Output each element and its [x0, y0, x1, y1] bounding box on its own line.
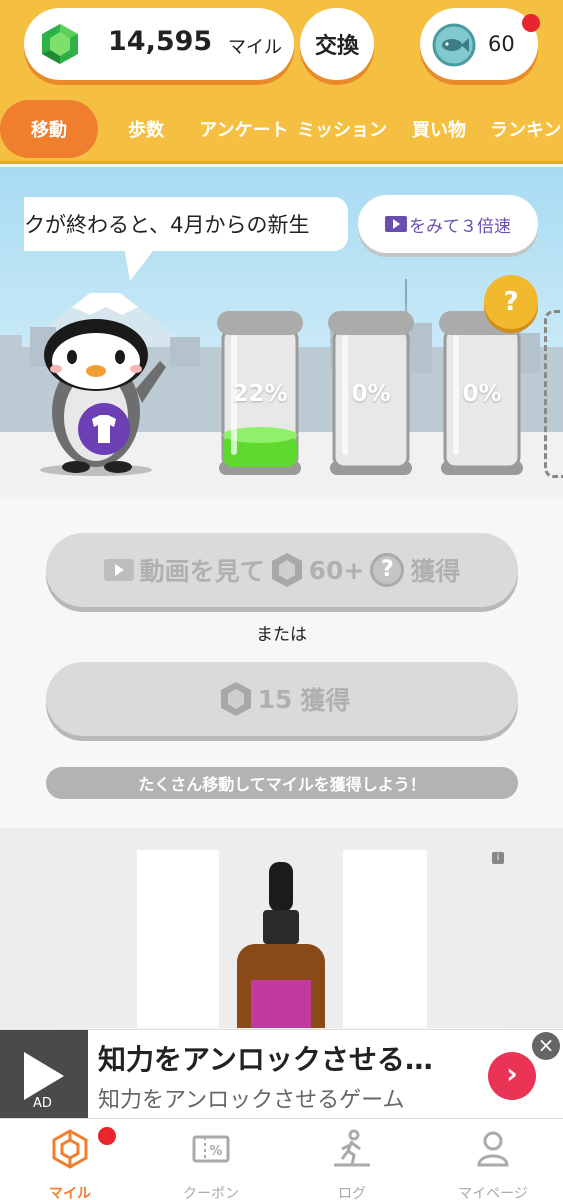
- ad-stripe: [137, 850, 219, 1028]
- gray-gem-icon: [271, 553, 302, 587]
- jar-2-percent: 0%: [351, 381, 391, 407]
- progress-jar-1: 22%: [213, 309, 307, 479]
- hint-banner: たくさん移動してマイルを獲得しよう！: [46, 767, 518, 799]
- progress-jar-2: 0%: [324, 309, 418, 479]
- ad-container: i: [0, 828, 563, 1028]
- video-icon: [385, 216, 407, 232]
- tab-move[interactable]: 移動: [0, 100, 98, 158]
- nav-miles[interactable]: マイル: [0, 1119, 140, 1200]
- fish-count: 60: [488, 32, 515, 56]
- plus-sign: +: [343, 555, 365, 585]
- svg-text:%: %: [209, 1144, 222, 1159]
- news-ticker-text: クが終わると、4月からの新生: [24, 213, 310, 237]
- serum-bottle-image: [237, 862, 325, 1028]
- tab-shopping[interactable]: 買い物: [398, 100, 480, 158]
- bottom-navigation: マイル % クーポン ログ マイページ: [0, 1118, 563, 1200]
- nav-log[interactable]: ログ: [282, 1119, 422, 1200]
- ad-info-icon[interactable]: i: [492, 852, 504, 864]
- notification-badge: [98, 1127, 116, 1145]
- tab-steps[interactable]: 歩数: [108, 100, 184, 158]
- locked-jar-slot: [544, 310, 563, 478]
- penguin-mascot: [40, 319, 166, 476]
- banner-ad[interactable]: AD 知力をアンロックさせる… 知力をアンロックさせるゲーム › ×: [0, 1029, 563, 1118]
- tab-ranking[interactable]: ランキン: [490, 100, 563, 158]
- gray-gem-icon: [220, 682, 251, 716]
- video-button-text: 動画を見て: [139, 557, 265, 586]
- nav-miles-label: マイル: [49, 1186, 91, 1200]
- nav-coupon-label: クーポン: [183, 1186, 239, 1200]
- exchange-button[interactable]: 交換: [300, 8, 374, 80]
- watch-video-earn-button[interactable]: 動画を見て 60 + ? 獲得: [46, 533, 518, 607]
- earn-miles-button[interactable]: 15 獲得: [46, 662, 518, 736]
- coupon-icon: %: [192, 1135, 230, 1163]
- video-earn-label: 獲得: [410, 557, 461, 586]
- banner-subtitle: 知力をアンロックさせるゲーム: [98, 1088, 405, 1113]
- video-icon: [103, 559, 134, 581]
- nav-mypage-label: マイページ: [458, 1186, 528, 1200]
- miles-balance[interactable]: 14,595 マイル: [24, 8, 294, 80]
- mystery-bonus-icon: ?: [370, 553, 405, 587]
- tab-survey[interactable]: アンケート: [196, 100, 292, 158]
- jar-1-percent: 22%: [232, 381, 288, 407]
- earn-amount: 15: [257, 684, 293, 714]
- walking-person-icon: [334, 1129, 370, 1167]
- ad-image[interactable]: [57, 850, 505, 1028]
- speech-bubble-tail: [124, 247, 156, 281]
- chevron-right-icon[interactable]: ›: [488, 1052, 536, 1100]
- ad-label: AD: [33, 1096, 52, 1111]
- play-icon: [24, 1052, 64, 1100]
- nav-coupon[interactable]: % クーポン: [141, 1119, 281, 1200]
- tab-mission[interactable]: ミッション: [296, 100, 388, 158]
- news-speech-bubble: クが終わると、4月からの新生: [24, 197, 348, 251]
- jar-3-percent: 0%: [462, 381, 502, 407]
- miles-value: 14,595: [108, 26, 213, 57]
- banner-title: 知力をアンロックさせる…: [98, 1043, 433, 1076]
- help-button[interactable]: ?: [484, 275, 538, 329]
- miles-unit: マイル: [228, 37, 282, 58]
- notification-badge: [522, 14, 540, 32]
- speed-button-label: をみて３倍速: [409, 216, 511, 237]
- watch-video-3x-speed-button[interactable]: をみて３倍速: [358, 195, 538, 253]
- top-bar: 14,595 マイル 交換 60: [0, 0, 563, 96]
- ad-stripe: [343, 850, 427, 1028]
- move-scene: クが終わると、4月からの新生 をみて３倍速 22% 0% 0% ?: [0, 167, 563, 497]
- user-icon: [477, 1131, 509, 1167]
- close-icon[interactable]: ×: [532, 1032, 560, 1060]
- earn-label: 獲得: [300, 686, 351, 715]
- video-reward-amount: 60: [308, 555, 344, 585]
- gem-outline-icon: [52, 1129, 88, 1169]
- nav-mypage[interactable]: マイページ: [423, 1119, 563, 1200]
- or-separator: または: [256, 625, 307, 645]
- fish-balance[interactable]: 60: [420, 8, 538, 80]
- emerald-gem-icon: [42, 24, 78, 64]
- category-tabs: 移動 歩数 アンケート ミッション 買い物 ランキン: [0, 96, 563, 164]
- fish-coin-icon: [432, 23, 476, 67]
- nav-log-label: ログ: [338, 1186, 366, 1200]
- progress-jar-3: 0%: [435, 309, 529, 479]
- banner-video-thumbnail[interactable]: AD: [0, 1030, 88, 1118]
